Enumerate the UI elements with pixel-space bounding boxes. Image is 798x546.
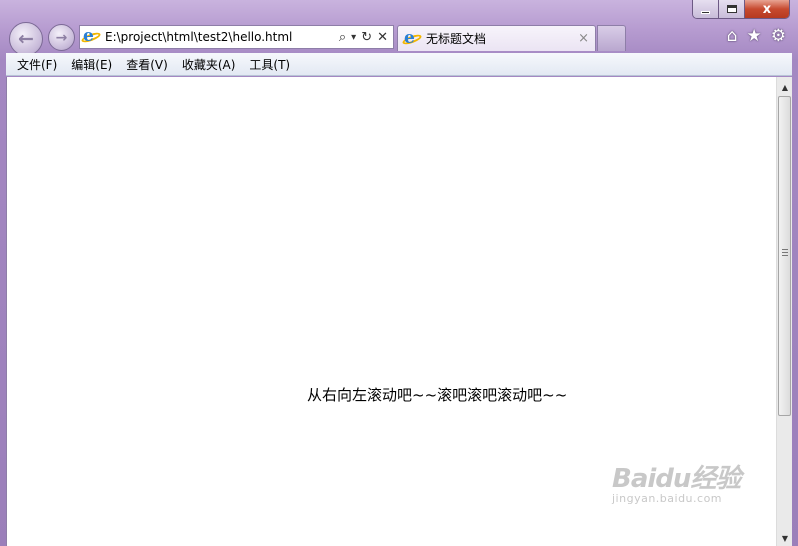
watermark-logo: Baidu经验 (612, 464, 741, 494)
browser-toolbar: ⌂ ★ ⚙ (727, 26, 786, 46)
close-window-button[interactable]: x (745, 0, 789, 18)
tab-title: 无标题文档 (426, 32, 487, 46)
forward-arrow-icon: → (55, 29, 68, 46)
refresh-icon[interactable]: ↻ (361, 30, 372, 45)
scroll-grip-icon (782, 249, 788, 256)
tab-active[interactable]: e 无标题文档 × (397, 25, 596, 51)
back-button[interactable]: ← (9, 22, 43, 56)
tools-gear-icon[interactable]: ⚙ (771, 26, 786, 46)
favorites-star-icon[interactable]: ★ (747, 26, 762, 46)
home-icon[interactable]: ⌂ (727, 26, 738, 46)
maximize-icon (726, 5, 737, 13)
chevron-down-icon[interactable]: ▾ (351, 32, 356, 43)
menu-bar: 文件(F) 编辑(E) 查看(V) 收藏夹(A) 工具(T) (6, 53, 792, 76)
menu-edit[interactable]: 编辑(E) (65, 56, 120, 73)
ie-tab-icon: e (401, 28, 423, 48)
minimize-icon (701, 10, 710, 14)
scroll-up-icon[interactable]: ▲ (778, 79, 792, 95)
maximize-button[interactable] (719, 0, 745, 18)
baidu-jingyan-watermark: Baidu经验 jingyan.baidu.com (612, 458, 741, 505)
url-text[interactable]: E:\project\html\test2\hello.html (105, 30, 339, 44)
close-icon: x (762, 1, 772, 17)
minimize-button[interactable] (693, 0, 719, 18)
watermark-url: jingyan.baidu.com (612, 492, 723, 505)
new-tab-button[interactable] (597, 25, 626, 51)
window-controls: x (692, 0, 790, 19)
menu-file[interactable]: 文件(F) (11, 56, 65, 73)
stop-icon[interactable]: ✕ (377, 30, 388, 45)
search-icon[interactable]: ⌕ (339, 30, 346, 45)
marquee-text: 从右向左滚动吧~~滚吧滚吧滚动吧~~ (307, 386, 568, 404)
scroll-down-icon[interactable]: ▼ (778, 530, 792, 546)
scroll-thumb[interactable] (778, 96, 791, 416)
menu-tools[interactable]: 工具(T) (243, 56, 298, 73)
tab-close-icon[interactable]: × (578, 31, 589, 46)
menu-view[interactable]: 查看(V) (120, 56, 176, 73)
forward-button[interactable]: → (48, 24, 75, 51)
ie-page-icon: e (80, 26, 102, 46)
back-arrow-icon: ← (18, 28, 34, 50)
menu-favorites[interactable]: 收藏夹(A) (176, 56, 244, 73)
address-bar[interactable]: e E:\project\html\test2\hello.html ⌕ ▾ ↻… (79, 25, 394, 49)
vertical-scrollbar[interactable]: ▲ ▼ (776, 77, 792, 546)
